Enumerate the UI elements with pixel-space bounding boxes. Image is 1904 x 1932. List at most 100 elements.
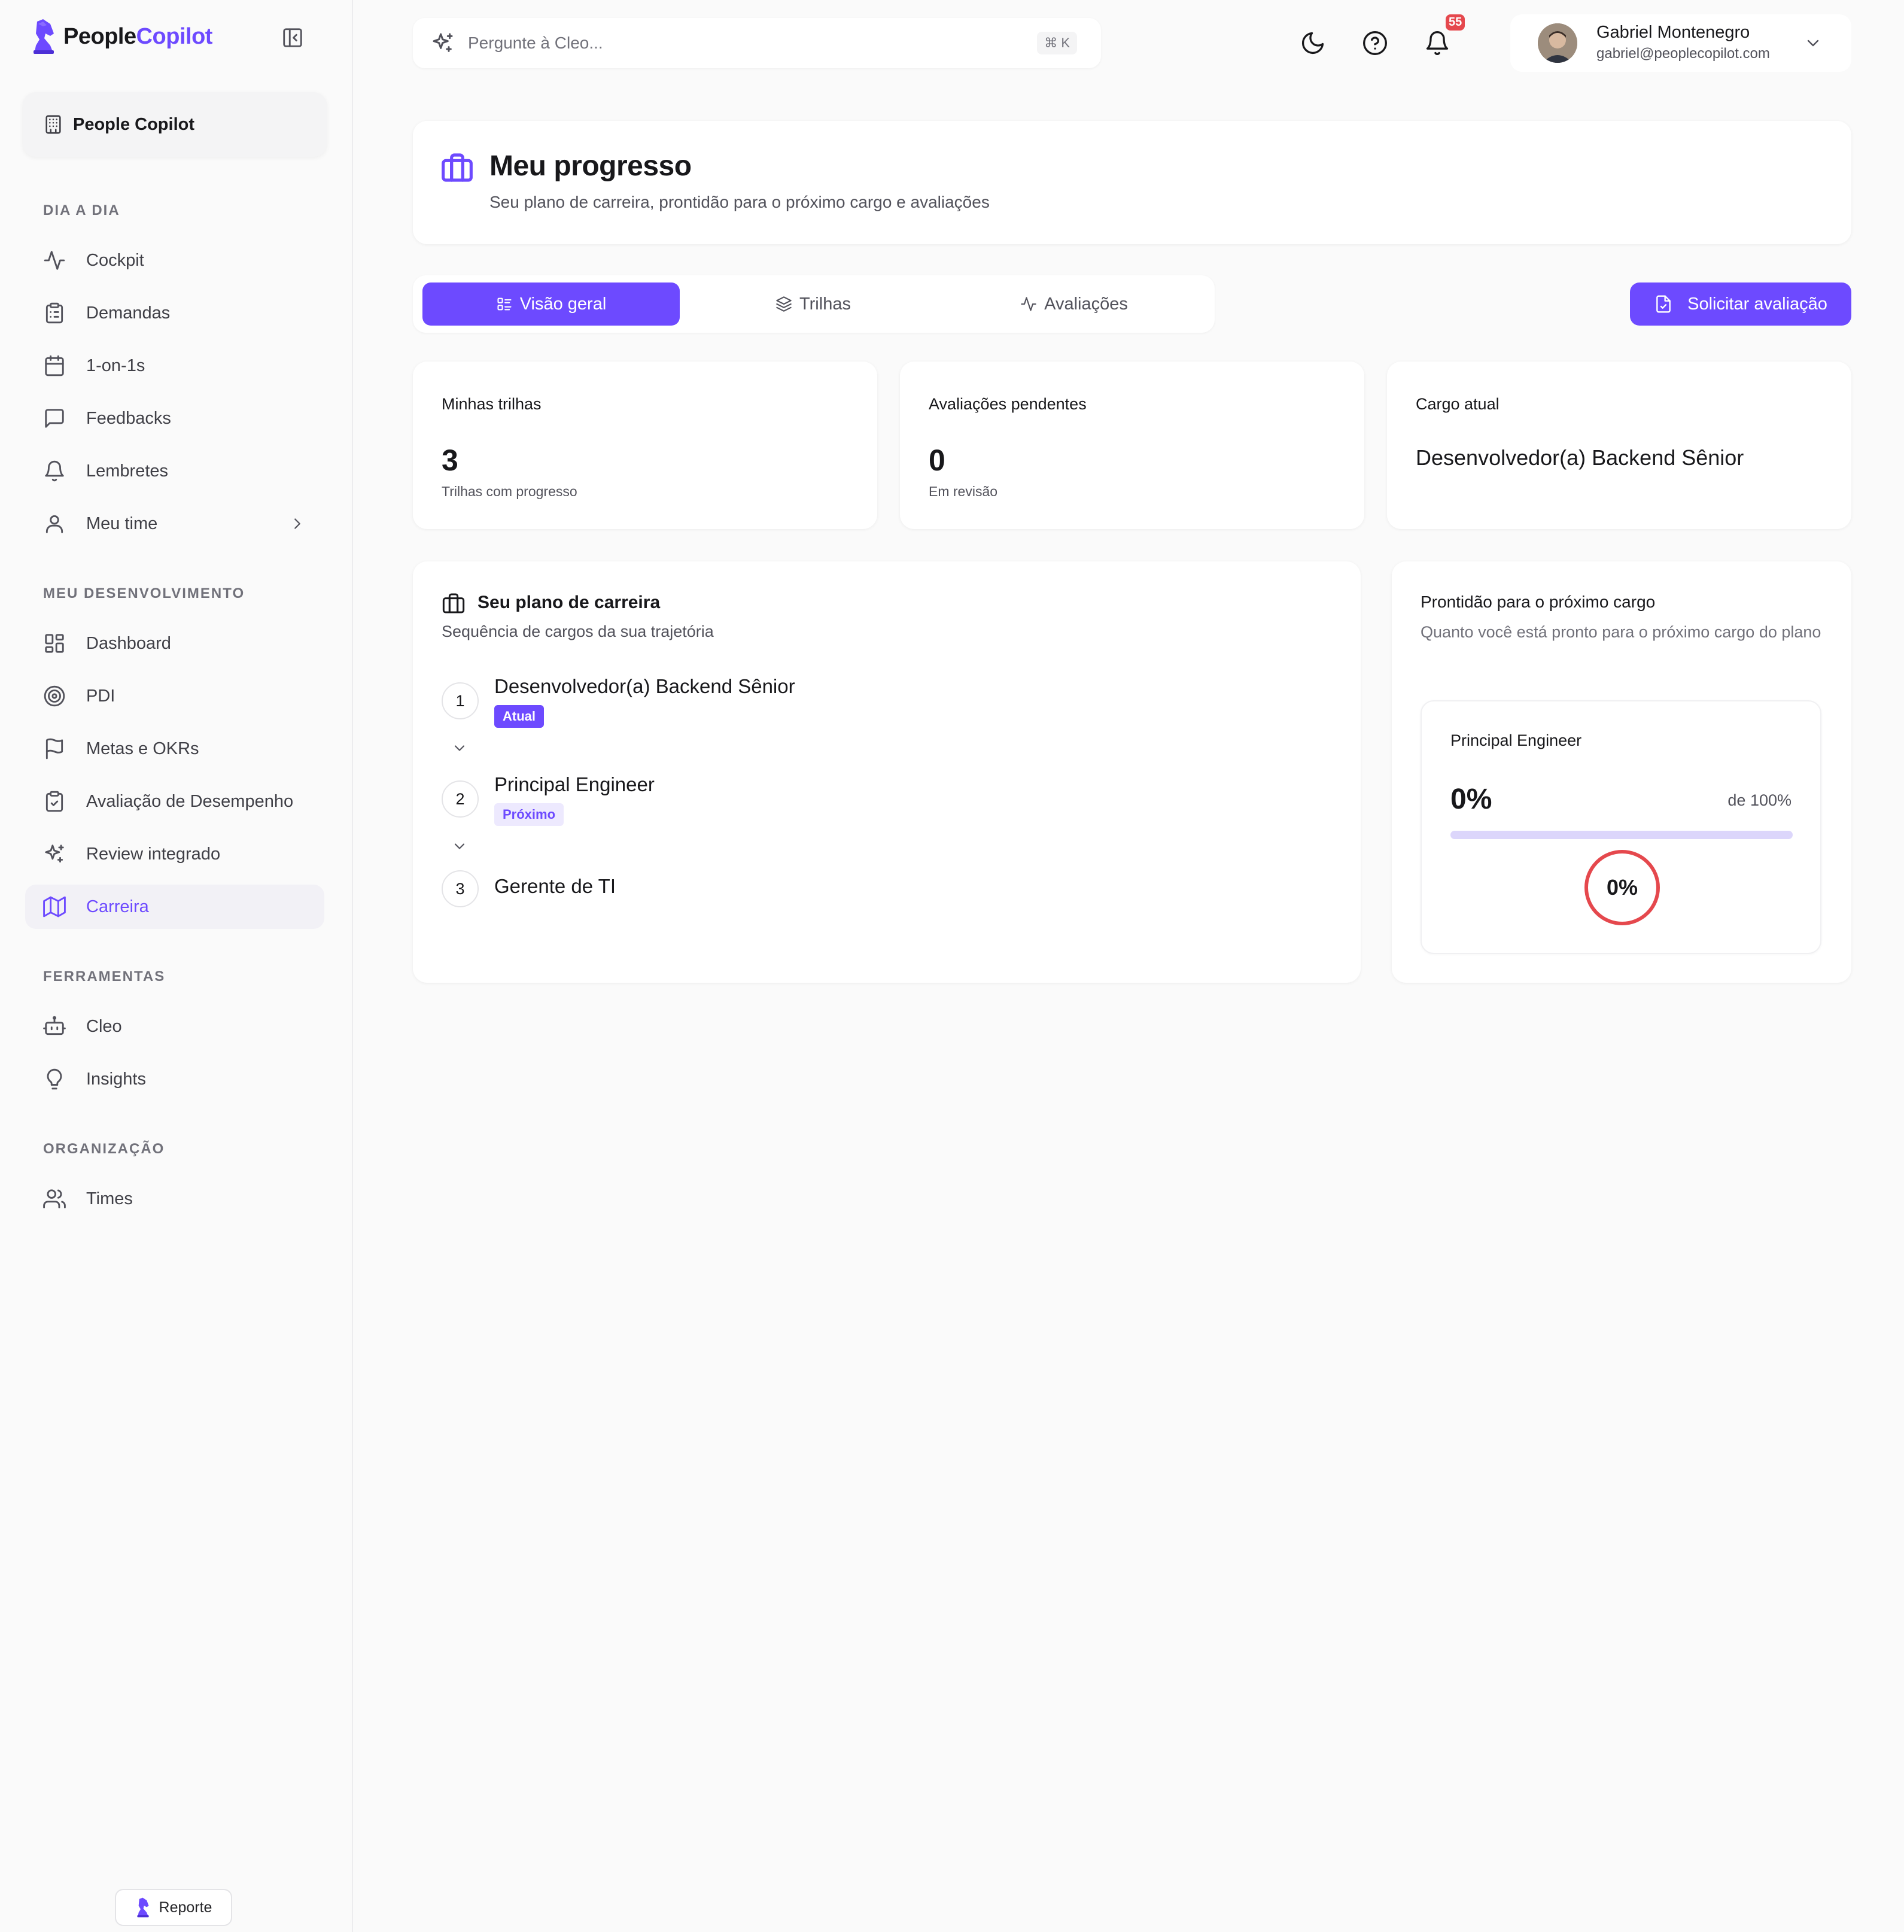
sidebar-item-avaliacao-de-desempenho[interactable]: Avaliação de Desempenho <box>25 779 324 824</box>
section-label-ferramentas: FERRAMENTAS <box>43 968 166 985</box>
sidebar-item-cockpit[interactable]: Cockpit <box>25 238 324 282</box>
report-button[interactable]: Reporte <box>115 1889 232 1926</box>
search-input[interactable] <box>468 34 1006 53</box>
tab-avaliacoes[interactable]: Avaliações <box>945 282 1203 326</box>
sidebar-item-label: 1-on-1s <box>86 356 145 375</box>
building-icon <box>45 115 61 134</box>
sidebar-item-label: Cockpit <box>86 250 144 270</box>
clipboard-list-icon <box>45 302 63 324</box>
page-subtitle: Seu plano de carreira, prontidão para o … <box>489 193 990 211</box>
activity-icon <box>1021 297 1036 311</box>
sidebar-item-dashboard[interactable]: Dashboard <box>25 621 324 666</box>
step-title: Desenvolvedor(a) Backend Sênior <box>494 675 795 697</box>
file-check-icon <box>1656 295 1671 313</box>
sidebar-item-label: Metas e OKRs <box>86 739 199 758</box>
stat-value: Desenvolvedor(a) Backend Sênior <box>1416 445 1744 470</box>
sidebar-item-carreira[interactable]: Carreira <box>25 885 324 929</box>
sidebar-item-lembretes[interactable]: Lembretes <box>25 449 324 493</box>
career-plan-subtitle: Sequência de cargos da sua trajetória <box>442 622 714 640</box>
brand-name: PeopleCopilot <box>63 23 212 49</box>
sidebar-item-label: Avaliação de Desempenho <box>86 791 294 811</box>
panel-left-icon <box>283 28 302 47</box>
sidebar-item-label: Demandas <box>86 303 171 323</box>
tab-trilhas[interactable]: Trilhas <box>685 282 942 326</box>
stat-card-current-role: Cargo atual Desenvolvedor(a) Backend Sên… <box>1387 362 1851 529</box>
readiness-progress-bar <box>1450 831 1793 839</box>
stat-subtext: Trilhas com progresso <box>442 484 577 499</box>
sidebar-item-cleo[interactable]: Cleo <box>25 1004 324 1049</box>
readiness-ring-label: 0% <box>1606 875 1638 900</box>
logo[interactable]: PeopleCopilot <box>30 18 212 55</box>
stat-card-tracks: Minhas trilhas 3 Trilhas com progresso <box>413 362 877 529</box>
sidebar-item-label: Dashboard <box>86 633 171 653</box>
chess-knight-logo-icon <box>136 1897 149 1918</box>
message-square-icon <box>45 409 64 428</box>
target-icon <box>44 685 65 707</box>
step-number: 2 <box>442 780 479 818</box>
sidebar-item-review-integrado[interactable]: Review integrado <box>25 832 324 876</box>
sidebar-item-times[interactable]: Times <box>25 1177 324 1221</box>
sidebar-item-insights[interactable]: Insights <box>25 1057 324 1101</box>
section-label-organizacao: ORGANIZAÇÃO <box>43 1141 165 1157</box>
section-label-dia-a-dia: DIA A DIA <box>43 202 120 218</box>
user-name: Gabriel Montenegro <box>1596 23 1750 42</box>
users-icon <box>43 1189 66 1208</box>
flag-icon <box>45 738 63 760</box>
readiness-subtitle: Quanto você está pronto para o próximo c… <box>1421 623 1821 641</box>
tab-label: Trilhas <box>799 294 851 314</box>
readiness-role-panel: Principal Engineer 0% de 100% 0% <box>1421 700 1821 954</box>
map-icon <box>43 896 66 918</box>
moon-icon <box>1301 32 1324 54</box>
help-circle-icon <box>1363 31 1387 55</box>
tab-visao-geral[interactable]: Visão geral <box>422 282 680 326</box>
stat-card-pending-reviews: Avaliações pendentes 0 Em revisão <box>900 362 1364 529</box>
stat-value: 0 <box>929 443 945 477</box>
avatar <box>1538 23 1577 63</box>
theme-toggle-button[interactable] <box>1300 30 1326 56</box>
chess-knight-logo-icon <box>34 19 54 54</box>
readiness-title: Prontidão para o próximo cargo <box>1421 593 1656 611</box>
chevron-down-icon <box>454 843 465 849</box>
user-icon <box>45 515 63 533</box>
search-bar[interactable]: ⌘ K <box>413 18 1101 68</box>
chevron-right-icon[interactable] <box>288 515 306 533</box>
readiness-card: Prontidão para o próximo cargo Quanto vo… <box>1392 561 1851 983</box>
help-button[interactable] <box>1362 30 1388 56</box>
current-tag: Atual <box>494 705 544 728</box>
sidebar-item-label: Carreira <box>86 897 149 916</box>
sidebar-item-label: Lembretes <box>86 461 169 481</box>
page-header: Meu progresso Seu plano de carreira, pro… <box>413 121 1851 244</box>
sidebar-item-feedbacks[interactable]: Feedbacks <box>25 396 324 441</box>
sidebar-item-label: Feedbacks <box>86 408 171 428</box>
search-shortcut: ⌘ K <box>1037 32 1077 54</box>
org-switcher[interactable]: People Copilot <box>23 92 327 157</box>
activity-icon <box>44 251 65 270</box>
stat-label: Cargo atual <box>1416 395 1500 413</box>
sidebar-item-label: Times <box>86 1189 133 1208</box>
sidebar-item-metas-e-okrs[interactable]: Metas e OKRs <box>25 727 324 771</box>
sidebar-item-meu-time[interactable]: Meu time <box>25 502 324 546</box>
sidebar-item-1-on-1s[interactable]: 1-on-1s <box>25 344 324 388</box>
step-number: 1 <box>442 682 479 719</box>
collapse-sidebar-button[interactable] <box>281 26 304 49</box>
clipboard-check-icon <box>45 791 63 812</box>
org-name: People Copilot <box>73 114 194 134</box>
stat-label: Avaliações pendentes <box>929 395 1087 413</box>
sidebar-item-pdi[interactable]: PDI <box>25 674 324 718</box>
request-review-label: Solicitar avaliação <box>1687 294 1827 314</box>
user-menu[interactable]: Gabriel Montenegro gabriel@peoplecopilot… <box>1510 14 1851 72</box>
notification-badge: 55 <box>1446 14 1465 31</box>
layout-dashboard-icon <box>45 634 64 653</box>
request-review-button[interactable]: Solicitar avaliação <box>1630 282 1851 326</box>
section-label-meu-desenvolvimento: MEU DESENVOLVIMENTO <box>43 585 245 602</box>
briefcase-icon <box>442 153 473 182</box>
stat-value: 3 <box>442 443 458 477</box>
sidebar-item-label: Insights <box>86 1069 146 1089</box>
sparkles-icon <box>45 845 64 863</box>
bell-icon <box>45 460 64 482</box>
step-title: Principal Engineer <box>494 773 655 795</box>
sidebar-item-demandas[interactable]: Demandas <box>25 291 324 335</box>
bot-icon <box>43 1016 66 1035</box>
readiness-percent: 0% <box>1450 783 1492 815</box>
notifications-button[interactable] <box>1424 30 1450 56</box>
